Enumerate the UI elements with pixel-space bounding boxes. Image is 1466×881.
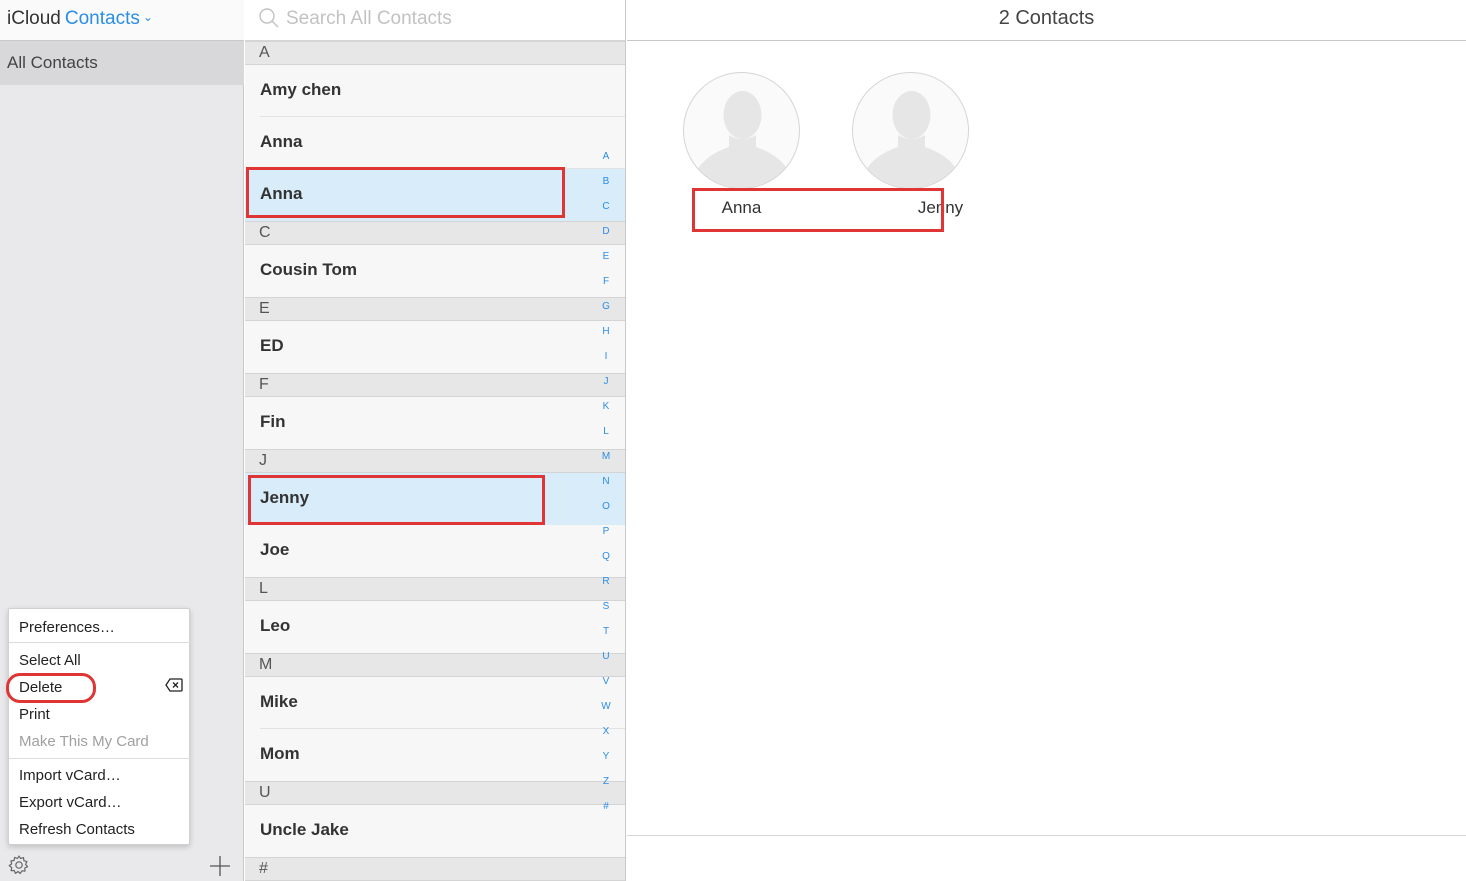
contact-row[interactable]: Uncle Jake (245, 805, 625, 857)
page-title: 2 Contacts (627, 0, 1466, 41)
contact-row[interactable]: Anna (245, 117, 625, 169)
contact-row[interactable]: Mike (245, 677, 625, 729)
contact-row[interactable]: Mom (245, 729, 625, 781)
menu-item-make-my-card: Make This My Card (19, 733, 149, 750)
alphabet-index-letter[interactable]: P (599, 525, 613, 550)
alphabet-index-letter[interactable]: Q (599, 550, 613, 575)
alphabet-index-letter[interactable]: I (599, 350, 613, 375)
contact-row[interactable]: Joe (245, 525, 625, 577)
menu-item-select-all[interactable]: Select All (19, 652, 81, 669)
contact-row[interactable]: Amy chen (245, 65, 625, 117)
alphabet-index-letter[interactable]: # (599, 800, 613, 825)
delete-highlight-circle (6, 673, 96, 703)
sidebar: iCloud Contacts ⌄ All Contacts Preferences… (0, 0, 244, 881)
contact-card[interactable]: Anna (683, 72, 800, 217)
alphabet-index-letter[interactable]: D (599, 225, 613, 250)
person-silhouette-icon (864, 91, 959, 188)
sidebar-item-all-contacts[interactable]: All Contacts (0, 41, 244, 85)
alphabet-index-letter[interactable]: T (599, 625, 613, 650)
alphabet-index-letter[interactable]: L (599, 425, 613, 450)
app-brand: iCloud Contacts ⌄ (0, 0, 244, 41)
contact-row[interactable]: Fin (245, 397, 625, 449)
chevron-down-icon[interactable]: ⌄ (143, 10, 153, 24)
menu-separator (9, 758, 191, 759)
menu-item-print[interactable]: Print (19, 706, 50, 723)
section-header: # (245, 857, 625, 881)
alphabet-index-letter[interactable]: Y (599, 750, 613, 775)
alphabet-index-letter[interactable]: R (599, 575, 613, 600)
menu-item-export-vcard[interactable]: Export vCard… (19, 794, 122, 811)
contact-card[interactable]: Jenny (852, 72, 969, 217)
alphabet-index-letter[interactable]: B (599, 175, 613, 200)
brand-prefix: iCloud (7, 8, 61, 29)
alphabet-index-letter[interactable]: S (599, 600, 613, 625)
menu-item-refresh-contacts[interactable]: Refresh Contacts (19, 821, 135, 838)
alphabet-index-letter[interactable]: X (599, 725, 613, 750)
alphabet-index-letter[interactable]: N (599, 475, 613, 500)
delete-key-icon (165, 678, 183, 692)
menu-separator (9, 642, 191, 643)
alphabet-index-letter[interactable]: A (599, 150, 613, 175)
add-contact-icon[interactable] (209, 855, 231, 877)
search-bar[interactable]: Search All Contacts (245, 0, 625, 41)
alphabet-index-letter[interactable]: W (599, 700, 613, 725)
app-switcher[interactable]: Contacts (65, 8, 140, 29)
section-header: L (245, 577, 625, 601)
section-header: F (245, 373, 625, 397)
alphabet-index-letter[interactable]: M (599, 450, 613, 475)
alphabet-index-letter[interactable]: J (599, 375, 613, 400)
alphabet-index-letter[interactable]: G (599, 300, 613, 325)
alphabet-index-letter[interactable]: E (599, 250, 613, 275)
alphabet-index-letter[interactable]: Z (599, 775, 613, 800)
menu-item-import-vcard[interactable]: Import vCard… (19, 767, 121, 784)
main-panel: 2 Contacts Anna Jenny (627, 0, 1466, 881)
alphabet-index-letter[interactable]: K (599, 400, 613, 425)
alphabet-index-letter[interactable]: U (599, 650, 613, 675)
search-input[interactable]: Search All Contacts (286, 8, 452, 30)
alphabet-index-letter[interactable]: V (599, 675, 613, 700)
alphabet-index-letter[interactable]: O (599, 500, 613, 525)
avatar (683, 72, 800, 189)
alphabet-index-letter[interactable]: F (599, 275, 613, 300)
person-silhouette-icon (695, 91, 790, 188)
contact-row[interactable]: ED (245, 321, 625, 373)
section-header: E (245, 297, 625, 321)
selection-highlight-box (246, 167, 565, 218)
contact-row[interactable]: Cousin Tom (245, 245, 625, 297)
alphabet-index-letter[interactable]: C (599, 200, 613, 225)
section-header: M (245, 653, 625, 677)
avatar (852, 72, 969, 189)
names-highlight-box (692, 188, 944, 232)
section-header: U (245, 781, 625, 805)
section-header: A (245, 41, 625, 65)
alphabet-index[interactable]: A B C D E F G H I J K L M N O P Q R S T U V W X Y Z # (599, 150, 613, 825)
gear-icon[interactable] (8, 854, 30, 876)
search-icon (259, 8, 279, 28)
alphabet-index-letter[interactable]: H (599, 325, 613, 350)
contact-row[interactable]: Leo (245, 601, 625, 653)
contact-list: Search All Contacts A Amy chen Anna Anna… (245, 0, 626, 881)
selection-highlight-box (248, 475, 545, 525)
menu-item-preferences[interactable]: Preferences… (19, 619, 115, 636)
section-header: J (245, 449, 625, 473)
section-header: C (245, 221, 625, 245)
divider (627, 835, 1466, 836)
settings-menu: Preferences… Select All Delete Print Mak… (6, 608, 191, 845)
